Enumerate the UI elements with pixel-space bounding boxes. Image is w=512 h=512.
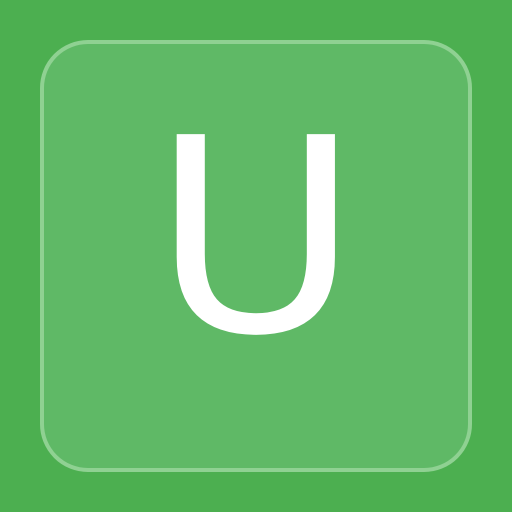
letter-u-icon: U	[40, 40, 472, 472]
icon-letter: U	[152, 80, 360, 395]
icon-canvas: U	[0, 0, 512, 512]
